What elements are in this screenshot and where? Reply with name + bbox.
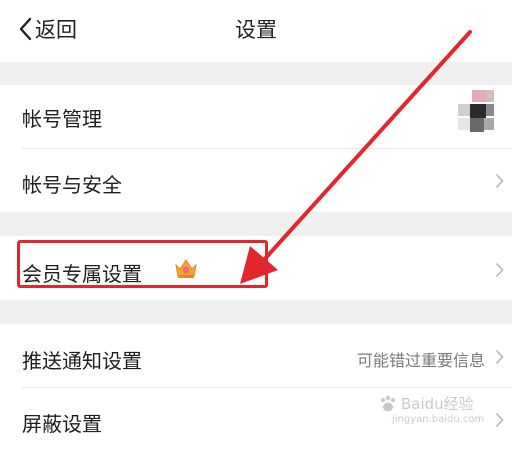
section-gap [0,212,512,236]
row-label: 推送通知设置 [22,349,142,373]
chevron-right-icon [495,349,504,365]
chevron-right-icon [495,173,504,189]
settings-row-account-security[interactable]: 帐号与安全 [0,149,512,212]
row-label: 帐号与安全 [22,173,122,197]
page-title: 设置 [235,18,277,42]
chevron-right-icon [495,262,504,278]
watermark-brand: Baidu经验 [401,395,474,413]
settings-row-push-notifications[interactable]: 推送通知设置 可能错过重要信息 [0,324,512,387]
highlight-box [17,240,268,288]
avatar [458,90,494,132]
watermark: Baidu经验 jingyan.baidu.com [378,393,498,441]
row-value: 可能错过重要信息 [356,351,485,370]
paw-icon [380,395,396,411]
section-gap [0,62,512,85]
watermark-url: jingyan.baidu.com [392,414,485,425]
nav-bar: 返回 设置 [0,0,512,62]
row-label: 屏蔽设置 [22,412,102,436]
settings-row-account-management[interactable]: 帐号管理 [0,85,512,148]
section-gap [0,300,512,324]
row-label: 帐号管理 [22,107,102,131]
